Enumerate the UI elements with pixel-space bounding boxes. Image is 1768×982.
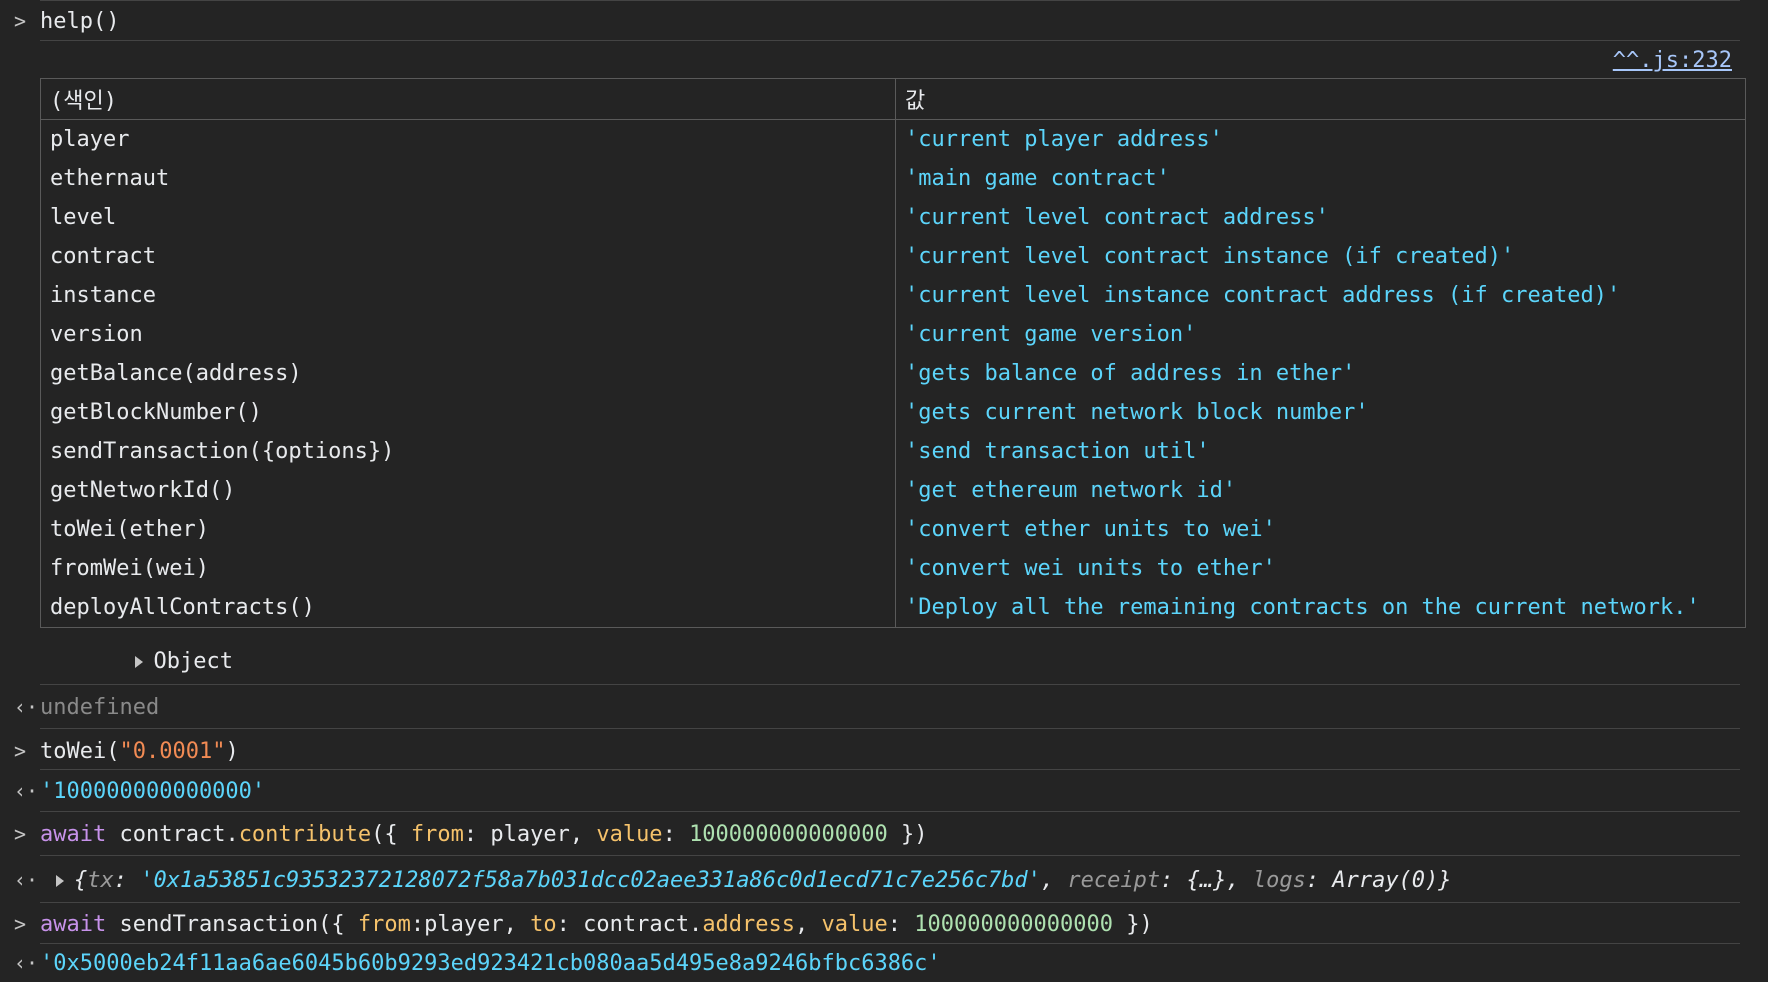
row-key: level [40,198,896,237]
row-key: instance [40,276,896,315]
row-value: 'current game version' [895,315,1746,354]
row-key: getBlockNumber() [40,393,896,432]
row-value: 'current level contract instance (if cre… [895,237,1746,276]
output-text: '100000000000000' [40,778,266,804]
separator [40,684,1740,685]
row-key: contract [40,237,896,276]
console-output-contribute[interactable]: ‹· {tx: '0x1a53851c93532372128072f58a7b0… [0,860,1768,900]
input-text: help() [40,8,120,34]
input-text: toWei("0.0001") [40,738,239,764]
separator [40,728,1740,729]
table-row: fromWei(wei)'convert wei units to ether' [40,549,1746,588]
row-value: 'get ethereum network id' [895,471,1746,510]
chevron-right-icon: > [14,739,27,763]
table-row: toWei(ether)'convert ether units to wei' [40,510,1746,549]
console-input-towei[interactable]: > toWei("0.0001") [0,734,1768,768]
row-key: ethernaut [40,159,896,198]
console-input-sendtransaction[interactable]: > await sendTransaction({ from:player, t… [0,906,1768,942]
row-key: sendTransaction({options}) [40,432,896,471]
return-arrow-icon: ‹· [14,868,39,892]
separator [40,902,1740,903]
row-key: deployAllContracts() [40,588,896,628]
console-input-help[interactable]: > help() [0,6,1768,36]
row-value: 'convert wei units to ether' [895,549,1746,588]
input-text: await contract.contribute({ from: player… [40,821,928,847]
triangle-right-icon[interactable] [135,655,144,668]
row-value: 'main game contract' [895,159,1746,198]
row-value: 'send transaction util' [895,432,1746,471]
chevron-right-icon: > [14,912,27,936]
source-link[interactable]: ^^.js:232 [1613,48,1732,73]
separator [40,943,1740,944]
separator [40,855,1740,856]
input-text: await sendTransaction({ from:player, to:… [40,911,1153,937]
table-row: contract'current level contract instance… [40,237,1746,276]
table-row: instance'current level instance contract… [40,276,1746,315]
output-text: undefined [40,694,160,720]
triangle-right-icon[interactable] [56,874,64,887]
chevron-right-icon: > [14,9,27,33]
table-row: getBalance(address)'gets balance of addr… [40,354,1746,393]
table-header-value[interactable]: 값 [895,78,1746,120]
output-object: {tx: '0x1a53851c93532372128072f58a7b031d… [56,868,1452,893]
row-key: version [40,315,896,354]
console-output-undefined: ‹· undefined [0,690,1768,724]
table-row: sendTransaction({options})'send transact… [40,432,1746,471]
table-header-index[interactable]: (색인) [40,78,896,120]
return-arrow-icon: ‹· [14,951,39,975]
return-arrow-icon: ‹· [14,779,39,803]
help-table: (색인) 값 player'current player address' eth… [40,78,1746,628]
table-row: version'current game version' [40,315,1746,354]
return-arrow-icon: ‹· [14,695,39,719]
row-key: getBalance(address) [40,354,896,393]
console-output-sendtransaction: ‹· '0x5000eb24f11aa6ae6045b60b9293ed9234… [0,946,1768,980]
row-value: 'current level instance contract address… [895,276,1746,315]
row-value: 'Deploy all the remaining contracts on t… [895,588,1746,628]
row-key: toWei(ether) [40,510,896,549]
separator [40,769,1740,770]
devtools-console: > help() ^^.js:232 (색인) 값 player'current… [0,0,1768,982]
separator [40,811,1740,812]
row-value: 'gets current network block number' [895,393,1746,432]
console-input-contribute[interactable]: > await contract.contribute({ from: play… [0,816,1768,852]
row-value: 'current level contract address' [895,198,1746,237]
row-key: fromWei(wei) [40,549,896,588]
table-row: getBlockNumber()'gets current network bl… [40,393,1746,432]
table-row: deployAllContracts() 'Deploy all the rema… [40,588,1746,628]
object-expander[interactable]: Object [0,646,1768,676]
table-row: player'current player address' [40,119,1746,159]
separator [40,40,1740,41]
row-key: getNetworkId() [40,471,896,510]
row-value: 'current player address' [895,119,1746,159]
row-value: 'gets balance of address in ether' [895,354,1746,393]
output-text: '0x5000eb24f11aa6ae6045b60b9293ed923421c… [40,950,941,976]
table-row: ethernaut'main game contract' [40,159,1746,198]
row-key: player [40,119,896,159]
console-output-towei: ‹· '100000000000000' [0,774,1768,808]
chevron-right-icon: > [14,822,27,846]
object-label: Object [153,648,233,674]
table-row: level'current level contract address' [40,198,1746,237]
table-row: getNetworkId()'get ethereum network id' [40,471,1746,510]
separator [40,0,1740,1]
row-value: 'convert ether units to wei' [895,510,1746,549]
